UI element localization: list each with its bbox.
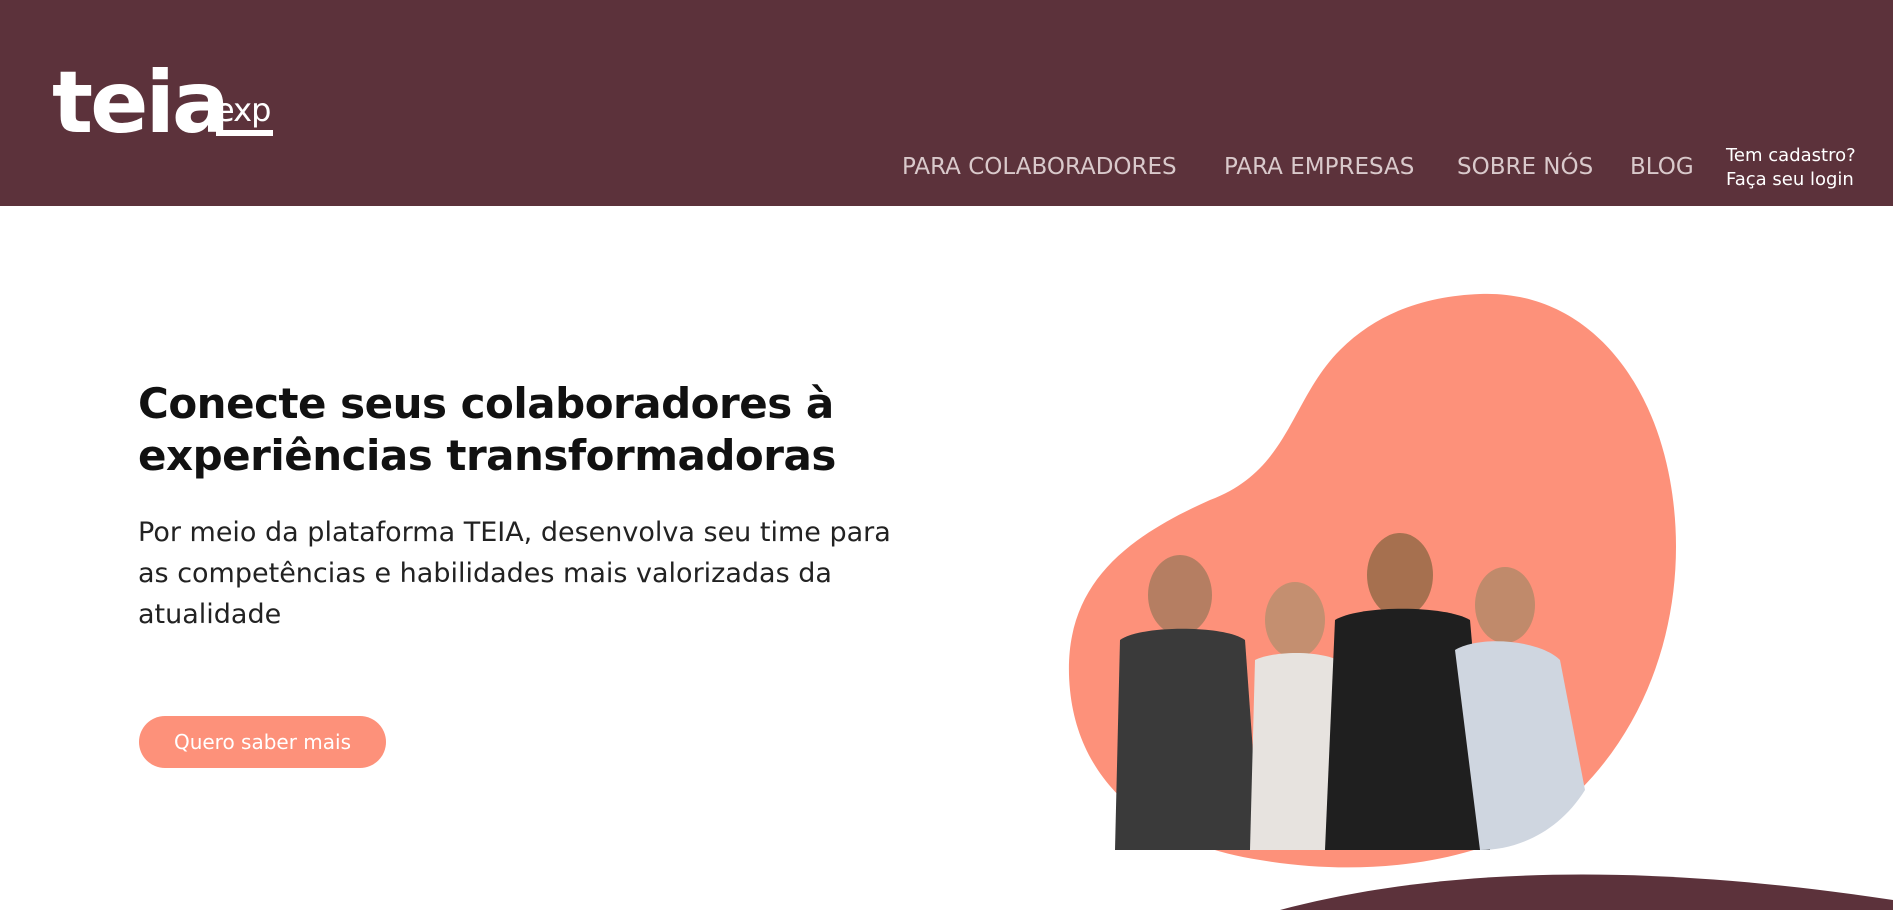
nav-sobre-nos[interactable]: SOBRE NÓS [1457,152,1593,182]
logo-wordmark: teia [52,53,230,153]
quero-saber-mais-button[interactable]: Quero saber mais [139,716,386,768]
login-question: Tem cadastro? [1726,145,1856,166]
hero-title: Conecte seus colaboradores à experiência… [138,379,836,480]
hero-photo-blob [1068,293,1676,868]
nav-blog[interactable]: BLOG [1630,152,1694,182]
site-header: teia exp PARA COLABORADORES PARA EMPRESA… [0,0,1893,206]
hero-subtitle: Por meio da plataforma TEIA, desenvolva … [138,517,891,630]
logo-underline [216,130,273,136]
login-link[interactable]: Tem cadastro? Faça seu login [1726,144,1886,192]
footer-wave-shape [1280,874,1893,910]
nav-para-colaboradores[interactable]: PARA COLABORADORES [902,152,1177,182]
footer-wave [1280,874,1893,910]
teia-exp-logo[interactable]: teia exp [52,58,282,148]
login-action: Faça seu login [1726,169,1854,190]
nav-para-empresas[interactable]: PARA EMPRESAS [1224,152,1414,182]
logo-suffix: exp [215,91,271,129]
